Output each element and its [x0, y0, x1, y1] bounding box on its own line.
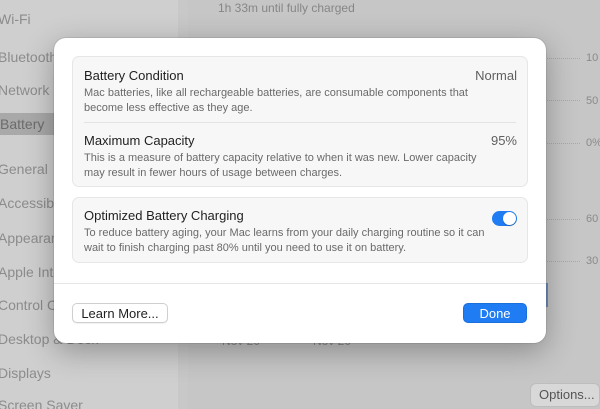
chart-tick-label: 30 [586, 255, 599, 267]
maximum-capacity-row: Maximum Capacity 95% This is a measure o… [73, 123, 527, 188]
options-button[interactable]: Options... [530, 383, 600, 407]
optimized-charging-title: Optimized Battery Charging [84, 208, 244, 223]
optimized-charging-group: Optimized Battery Charging To reduce bat… [72, 197, 528, 263]
footer-divider [54, 283, 546, 284]
sidebar-item-network[interactable]: Network [0, 79, 49, 101]
charging-status: 1h 33m until fully charged [218, 1, 355, 15]
battery-health-dialog: Battery Condition Normal Mac batteries, … [54, 38, 546, 343]
maximum-capacity-value: 95% [490, 133, 517, 148]
maximum-capacity-title: Maximum Capacity [84, 133, 195, 148]
chart-tick-label: 10 [586, 52, 599, 64]
chart-tick-label: 50 [586, 95, 599, 107]
battery-condition-row: Battery Condition Normal Mac batteries, … [73, 57, 527, 122]
sidebar-item-general[interactable]: General [0, 158, 48, 180]
toggle-knob [503, 212, 516, 225]
optimized-charging-description: To reduce battery aging, your Mac learns… [84, 227, 485, 254]
sidebar-item-wifi[interactable]: Wi-Fi [0, 8, 31, 30]
chart-tick-label: 0% [586, 137, 600, 149]
battery-info-group: Battery Condition Normal Mac batteries, … [72, 56, 528, 187]
optimized-charging-toggle[interactable] [492, 211, 517, 226]
chart-tick-label: 60 [586, 213, 599, 225]
maximum-capacity-description: This is a measure of battery capacity re… [84, 152, 477, 179]
sidebar-item-displays[interactable]: Displays [0, 362, 51, 384]
battery-condition-description: Mac batteries, like all rechargeable bat… [84, 87, 468, 114]
battery-condition-value: Normal [475, 68, 517, 83]
sidebar-item-screen-saver[interactable]: Screen Saver [0, 394, 83, 409]
sidebar-item-bluetooth[interactable]: Bluetooth [0, 46, 57, 68]
learn-more-button[interactable]: Learn More... [72, 303, 168, 323]
done-button[interactable]: Done [463, 303, 527, 323]
battery-condition-title: Battery Condition [84, 68, 184, 83]
